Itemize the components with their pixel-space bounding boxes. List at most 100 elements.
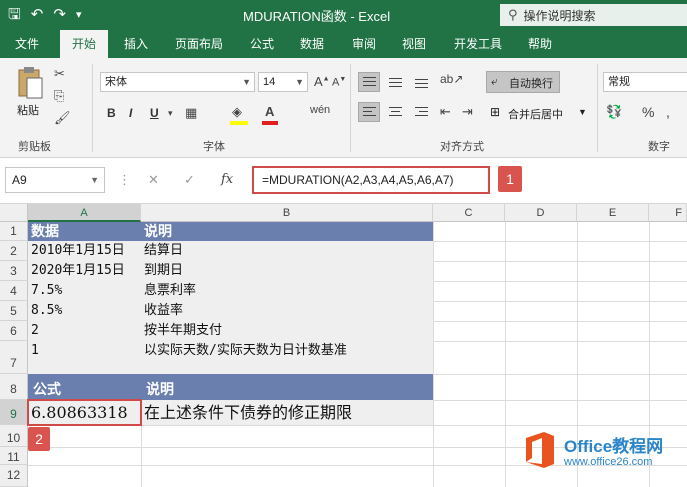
orientation-icon[interactable]: ab↗ bbox=[440, 72, 463, 86]
tab-formulas[interactable]: 公式 bbox=[242, 30, 282, 58]
phonetic-guide-icon[interactable]: wén bbox=[310, 104, 330, 116]
align-bottom-icon[interactable] bbox=[410, 72, 432, 92]
font-name-value: 宋体 bbox=[105, 76, 127, 88]
tab-page-layout[interactable]: 页面布局 bbox=[168, 30, 230, 58]
font-size-select[interactable]: 14 ▼ bbox=[258, 72, 308, 92]
font-name-select[interactable]: 宋体 ▼ bbox=[100, 72, 255, 92]
tell-me-search[interactable]: ⚲ 操作说明搜索 bbox=[500, 4, 687, 26]
decrease-font-size-icon[interactable]: A▼ bbox=[332, 76, 346, 89]
row-header[interactable]: 9 bbox=[0, 400, 28, 425]
row-header[interactable]: 8 bbox=[0, 374, 28, 400]
column-header-a[interactable]: A bbox=[28, 204, 141, 222]
tab-view[interactable]: 视图 bbox=[394, 30, 434, 58]
divider bbox=[350, 64, 351, 152]
align-right-icon[interactable] bbox=[410, 102, 432, 122]
accounting-format-icon[interactable]: 💱 bbox=[606, 104, 622, 120]
tab-file[interactable]: 文件 bbox=[6, 30, 48, 58]
number-format-select[interactable]: 常规 bbox=[603, 72, 687, 92]
chevron-down-icon: ▼ bbox=[578, 107, 587, 117]
fill-color-icon[interactable]: ◈ bbox=[232, 104, 242, 120]
gridline bbox=[433, 222, 434, 487]
column-header-b[interactable]: B bbox=[141, 204, 433, 222]
row-header[interactable]: 5 bbox=[0, 301, 28, 321]
redo-icon[interactable]: ↷ bbox=[53, 4, 66, 26]
paste-icon[interactable] bbox=[16, 66, 44, 100]
row-header[interactable]: 7 bbox=[0, 341, 28, 374]
merge-center-button[interactable]: ⊞ 合并后居中 ▼ bbox=[486, 103, 592, 125]
align-top-icon[interactable] bbox=[358, 72, 380, 92]
percent-style-icon[interactable]: % bbox=[642, 104, 654, 120]
cell-b7[interactable]: 以实际天数/实际天数为日计数基准 bbox=[141, 341, 347, 361]
select-all-corner[interactable] bbox=[0, 204, 28, 222]
increase-font-size-icon[interactable]: A▲ bbox=[314, 74, 330, 89]
bold-icon[interactable]: B bbox=[107, 106, 116, 120]
row-header[interactable]: 1 bbox=[0, 222, 28, 241]
underline-icon[interactable]: U bbox=[150, 106, 159, 120]
row-header[interactable]: 12 bbox=[0, 465, 28, 487]
cell-a4[interactable]: 7.5% bbox=[28, 281, 62, 301]
number-group-label: 数字 bbox=[648, 141, 670, 153]
format-painter-icon[interactable]: 🖌 bbox=[54, 110, 71, 126]
divider bbox=[597, 64, 598, 152]
cell-b6[interactable]: 按半年期支付 bbox=[141, 321, 222, 341]
tab-developer[interactable]: 开发工具 bbox=[446, 30, 510, 58]
comma-style-icon[interactable]: , bbox=[666, 104, 670, 120]
cell-a6[interactable]: 2 bbox=[28, 321, 39, 341]
cell-b3[interactable]: 到期日 bbox=[141, 261, 183, 281]
chevron-down-icon: ▼ bbox=[90, 175, 99, 185]
undo-icon[interactable]: ↶ bbox=[31, 4, 44, 26]
cut-icon[interactable]: ✂ bbox=[54, 66, 65, 82]
watermark-logo: Office教程网 www.office26.com bbox=[520, 428, 680, 480]
alignment-group-label: 对齐方式 bbox=[440, 141, 484, 153]
row-header[interactable]: 6 bbox=[0, 321, 28, 341]
row-header[interactable]: 11 bbox=[0, 447, 28, 465]
column-header-c[interactable]: C bbox=[433, 204, 505, 222]
borders-icon[interactable]: ▦ bbox=[185, 105, 197, 121]
row-header[interactable]: 10 bbox=[0, 425, 28, 447]
table-header-band bbox=[28, 222, 433, 241]
cell-b9[interactable]: 在上述条件下债券的修正期限 bbox=[141, 400, 352, 426]
align-left-icon[interactable] bbox=[358, 102, 380, 122]
cell-a3[interactable]: 2020年1月15日 bbox=[28, 261, 125, 281]
tab-review[interactable]: 审阅 bbox=[344, 30, 384, 58]
tab-insert[interactable]: 插入 bbox=[116, 30, 156, 58]
row-header[interactable]: 3 bbox=[0, 261, 28, 281]
cell-a5[interactable]: 8.5% bbox=[28, 301, 62, 321]
increase-indent-icon[interactable]: ⇥ bbox=[462, 104, 473, 120]
cell-b2[interactable]: 结算日 bbox=[141, 241, 183, 261]
formula-input[interactable]: =MDURATION(A2,A3,A4,A5,A6,A7) bbox=[252, 166, 490, 194]
paste-button-label[interactable]: 粘贴 bbox=[17, 102, 39, 118]
align-center-icon[interactable] bbox=[384, 102, 406, 122]
tab-home[interactable]: 开始 bbox=[60, 30, 108, 58]
italic-icon[interactable]: I bbox=[129, 106, 132, 120]
font-color-icon[interactable]: A bbox=[265, 104, 274, 119]
cell-b5[interactable]: 收益率 bbox=[141, 301, 183, 321]
wrap-text-button[interactable]: ⤶ 自动换行 bbox=[486, 71, 560, 93]
cell-a1[interactable]: 数据 bbox=[28, 222, 59, 241]
copy-icon[interactable]: ⎘ bbox=[54, 88, 64, 104]
formula-bar: A9 ▼ ⋮ ✕ ✓ fx =MDURATION(A2,A3,A4,A5,A6,… bbox=[0, 158, 687, 204]
align-middle-icon[interactable] bbox=[384, 72, 406, 92]
cell-b1[interactable]: 说明 bbox=[141, 222, 172, 241]
enter-icon[interactable]: ✓ bbox=[184, 172, 195, 188]
tab-help[interactable]: 帮助 bbox=[520, 30, 560, 58]
office-logo-icon bbox=[526, 432, 554, 468]
quick-access-toolbar: 🖫 ↶ ↷ ▾ bbox=[8, 4, 81, 26]
cancel-icon[interactable]: ✕ bbox=[148, 172, 159, 188]
row-header[interactable]: 2 bbox=[0, 241, 28, 261]
chevron-down-icon[interactable]: ▾ bbox=[168, 108, 173, 119]
insert-function-icon[interactable]: fx bbox=[221, 172, 233, 187]
customize-qat-icon[interactable]: ▾ bbox=[76, 4, 82, 26]
column-header-e[interactable]: E bbox=[577, 204, 649, 222]
tab-data[interactable]: 数据 bbox=[292, 30, 332, 58]
save-icon[interactable]: 🖫 bbox=[8, 4, 21, 26]
name-box[interactable]: A9 ▼ bbox=[5, 167, 105, 193]
cell-a7[interactable]: 1 bbox=[28, 341, 39, 361]
column-header-f[interactable]: F bbox=[649, 204, 687, 222]
decrease-indent-icon[interactable]: ⇤ bbox=[440, 104, 451, 120]
cell-b4[interactable]: 息票利率 bbox=[141, 281, 196, 301]
more-options-icon: ⋮ bbox=[118, 172, 131, 187]
column-header-d[interactable]: D bbox=[505, 204, 577, 222]
cell-a2[interactable]: 2010年1月15日 bbox=[28, 241, 125, 261]
row-header[interactable]: 4 bbox=[0, 281, 28, 301]
